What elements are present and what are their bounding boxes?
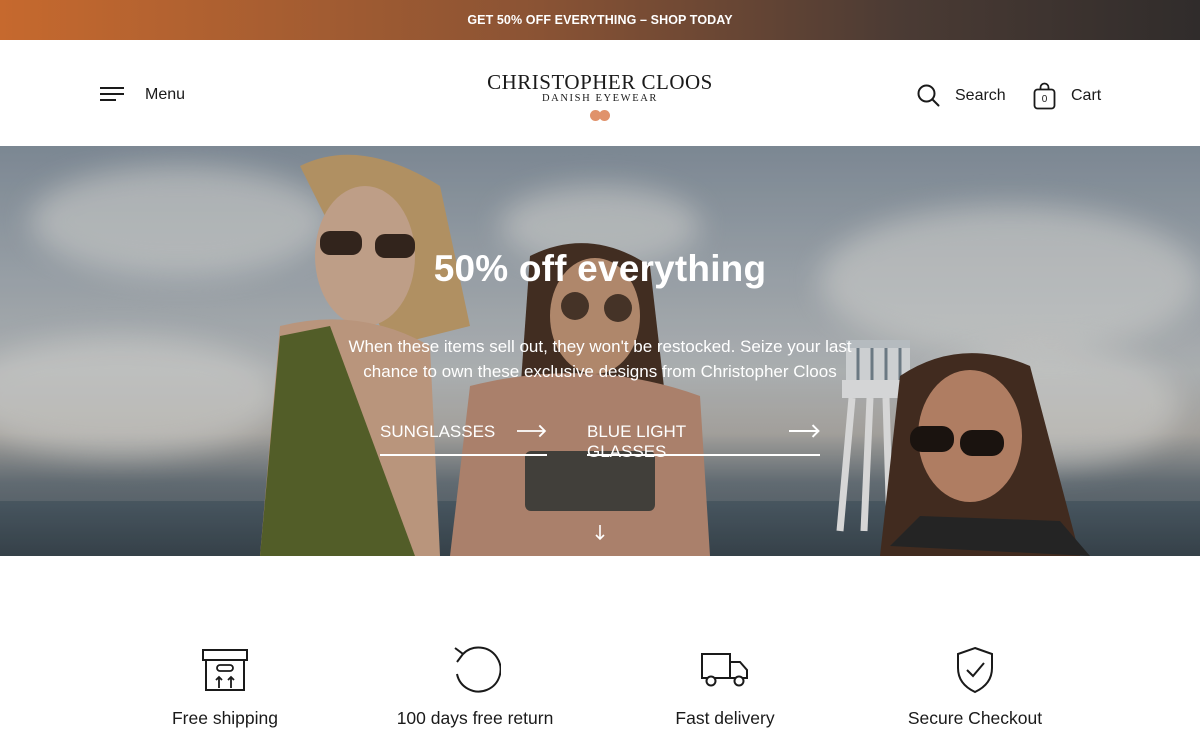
menu-button[interactable]: Menu xyxy=(100,86,185,104)
arrow-right-icon xyxy=(517,424,547,438)
feature-free-return: 100 days free return xyxy=(350,645,600,729)
feature-label: Secure Checkout xyxy=(907,708,1043,728)
return-icon xyxy=(454,646,501,693)
search-button[interactable]: Search xyxy=(917,84,1006,107)
hamburger-icon xyxy=(100,87,124,103)
sunglasses-link-label: SUNGLASSES xyxy=(380,422,496,441)
shield-check-icon xyxy=(957,646,993,694)
feature-fast-delivery: Fast delivery xyxy=(600,645,850,729)
blue-light-glasses-link-label: BLUE LIGHT GLASSES xyxy=(587,422,686,461)
brand-logo[interactable]: CHRISTOPHER CLOOS DANISH EYEWEAR xyxy=(480,70,720,121)
cart-count: 0 xyxy=(1041,94,1048,105)
menu-label: Menu xyxy=(145,86,186,103)
sunglasses-link[interactable]: SUNGLASSES xyxy=(380,422,547,456)
feature-free-shipping: Free shipping xyxy=(100,645,350,729)
hero-title: 50% off everything xyxy=(433,248,767,289)
feature-secure-checkout: Secure Checkout xyxy=(850,645,1100,729)
logo-dots-icon xyxy=(590,110,610,121)
feature-label: Free shipping xyxy=(171,708,279,728)
box-icon xyxy=(202,649,248,691)
site-header: Menu CHRISTOPHER CLOOS DANISH EYEWEAR Se… xyxy=(0,40,1200,146)
logo-tagline: DANISH EYEWEAR xyxy=(541,93,658,104)
cart-label: Cart xyxy=(1071,87,1102,104)
arrow-right-icon xyxy=(788,424,820,438)
cart-button[interactable]: 0 Cart xyxy=(1033,82,1101,110)
logo-brand-name: CHRISTOPHER CLOOS xyxy=(487,70,713,94)
feature-label: Fast delivery xyxy=(675,708,775,728)
search-label: Search xyxy=(955,86,1006,104)
cart-bag-icon: 0 xyxy=(1033,82,1056,110)
truck-icon xyxy=(701,653,748,687)
announcement-link[interactable]: GET 50% OFF EVERYTHING – SHOP TODAY xyxy=(467,13,732,27)
hero-description: When these items sell out, they won't be… xyxy=(348,337,852,381)
scroll-down-arrow-icon[interactable] xyxy=(593,524,607,542)
search-icon xyxy=(917,84,940,107)
blue-light-glasses-link[interactable]: BLUE LIGHT GLASSES xyxy=(587,422,820,461)
announcement-bar: GET 50% OFF EVERYTHING – SHOP TODAY xyxy=(0,0,1200,40)
feature-label: 100 days free return xyxy=(396,708,554,728)
hero-banner: 50% off everything When these items sell… xyxy=(0,146,1200,556)
